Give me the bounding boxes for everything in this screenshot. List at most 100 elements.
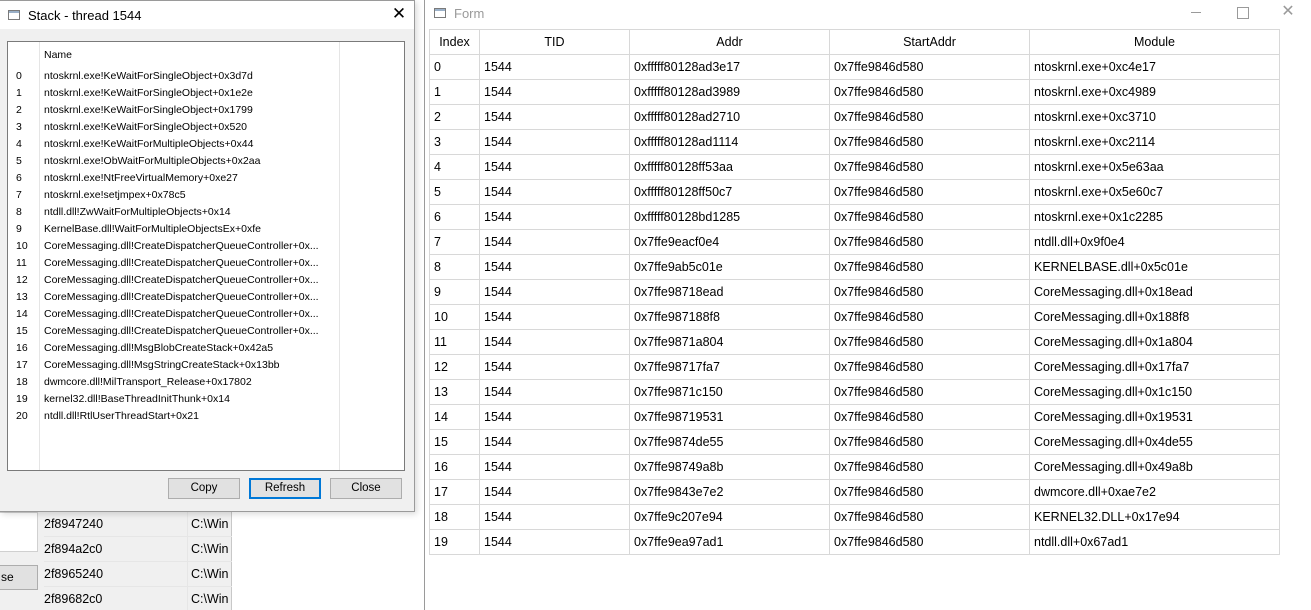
cell-startaddr[interactable]: 0x7ffe9846d580 <box>829 179 1030 205</box>
stack-frame-row[interactable]: 20 ntdll.dll!RtlUserThreadStart+0x21 <box>8 408 404 425</box>
table-row[interactable]: 14 1544 0x7ffe98719531 0x7ffe9846d580 CoreMe… <box>429 404 1280 430</box>
column-header-addr[interactable]: Addr <box>629 29 830 55</box>
cell-tid[interactable]: 1544 <box>479 454 630 480</box>
cell-module[interactable]: CoreMessaging.dll+0x188f8 <box>1029 304 1280 330</box>
cell-module[interactable]: CoreMessaging.dll+0x4de55 <box>1029 429 1280 455</box>
cell-startaddr[interactable]: 0x7ffe9846d580 <box>829 454 1030 480</box>
cell-module[interactable]: CoreMessaging.dll+0x1c150 <box>1029 379 1280 405</box>
cell-startaddr[interactable]: 0x7ffe9846d580 <box>829 104 1030 130</box>
cell-tid[interactable]: 1544 <box>479 279 630 305</box>
stack-frame-row[interactable]: 18 dwmcore.dll!MilTransport_Release+0x178… <box>8 374 404 391</box>
cell-addr[interactable]: 0x7ffe9871c150 <box>629 379 830 405</box>
cell-startaddr[interactable]: 0x7ffe9846d580 <box>829 229 1030 255</box>
stack-frame-row[interactable]: 1 ntoskrnl.exe!KeWaitForSingleObject+0x1e… <box>8 85 404 102</box>
column-header-index[interactable]: Index <box>429 29 480 55</box>
cell-module[interactable]: CoreMessaging.dll+0x17fa7 <box>1029 354 1280 380</box>
minimize-icon[interactable] <box>1173 0 1219 26</box>
cell-module[interactable]: ntoskrnl.exe+0xc2114 <box>1029 129 1280 155</box>
cell-module[interactable]: ntoskrnl.exe+0xc3710 <box>1029 104 1280 130</box>
close-icon[interactable]: ✕ <box>384 1 414 29</box>
table-row[interactable]: 6 1544 0xfffff80128bd1285 0x7ffe9846d580 nto… <box>429 204 1280 230</box>
column-header-module[interactable]: Module <box>1029 29 1280 55</box>
cell-addr[interactable]: 0xfffff80128ff53aa <box>629 154 830 180</box>
column-header-tid[interactable]: TID <box>479 29 630 55</box>
cell-addr[interactable]: 0x7ffe98719531 <box>629 404 830 430</box>
stack-titlebar[interactable]: Stack - thread 1544 ✕ <box>0 1 414 29</box>
stack-frame-row[interactable]: 19 kernel32.dll!BaseThreadInitThunk+0x14 <box>8 391 404 408</box>
stack-frame-row[interactable]: 7 ntoskrnl.exe!setjmpex+0x78c5 <box>8 187 404 204</box>
table-row[interactable]: 3 1544 0xfffff80128ad1114 0x7ffe9846d580 nto… <box>429 129 1280 155</box>
thread-stack-table[interactable]: Index TID Addr StartAddr Module 0 1544 0xf… <box>429 29 1280 555</box>
cell-addr[interactable]: 0x7ffe987188f8 <box>629 304 830 330</box>
table-row[interactable]: 19 1544 0x7ffe9ea97ad1 0x7ffe9846d580 ntdll.… <box>429 529 1280 555</box>
cell-addr[interactable]: 0xfffff80128ad3e17 <box>629 54 830 80</box>
cell-startaddr[interactable]: 0x7ffe9846d580 <box>829 254 1030 280</box>
cell-addr[interactable]: 0x7ffe9eacf0e4 <box>629 229 830 255</box>
refresh-button[interactable]: Refresh <box>249 478 321 499</box>
cell-addr[interactable]: 0xfffff80128ad2710 <box>629 104 830 130</box>
column-header-startaddr[interactable]: StartAddr <box>829 29 1030 55</box>
cell-module[interactable]: CoreMessaging.dll+0x1a804 <box>1029 329 1280 355</box>
stack-frame-row[interactable]: 16 CoreMessaging.dll!MsgBlobCreateStack+0… <box>8 340 404 357</box>
cell-startaddr[interactable]: 0x7ffe9846d580 <box>829 79 1030 105</box>
stack-frame-row[interactable]: 9 KernelBase.dll!WaitForMultipleObjectsEx… <box>8 221 404 238</box>
close-icon[interactable]: ✕ <box>1265 0 1311 26</box>
stack-frame-row[interactable]: 10 CoreMessaging.dll!CreateDispatcherQueu… <box>8 238 404 255</box>
copy-button[interactable]: Copy <box>168 478 240 499</box>
table-row[interactable]: 15 1544 0x7ffe9874de55 0x7ffe9846d580 CoreMe… <box>429 429 1280 455</box>
table-row[interactable]: 4 1544 0xfffff80128ff53aa 0x7ffe9846d580 nto… <box>429 154 1280 180</box>
name-column-header[interactable]: Name <box>44 49 72 61</box>
cell-index[interactable]: 8 <box>429 254 480 280</box>
cell-addr[interactable]: 0x7ffe9ea97ad1 <box>629 529 830 555</box>
cell-module[interactable]: ntoskrnl.exe+0x5e63aa <box>1029 154 1280 180</box>
list-item[interactable]: 2f894a2c0 C:\Win <box>44 537 232 562</box>
table-row[interactable]: 17 1544 0x7ffe9843e7e2 0x7ffe9846d580 dwmcor… <box>429 479 1280 505</box>
table-row[interactable]: 9 1544 0x7ffe98718ead 0x7ffe9846d580 CoreMes… <box>429 279 1280 305</box>
table-row[interactable]: 5 1544 0xfffff80128ff50c7 0x7ffe9846d580 nto… <box>429 179 1280 205</box>
cell-tid[interactable]: 1544 <box>479 529 630 555</box>
close-button[interactable]: Close <box>330 478 402 499</box>
cell-index[interactable]: 0 <box>429 54 480 80</box>
cell-startaddr[interactable]: 0x7ffe9846d580 <box>829 504 1030 530</box>
cell-addr[interactable]: 0xfffff80128ff50c7 <box>629 179 830 205</box>
cell-addr[interactable]: 0x7ffe98718ead <box>629 279 830 305</box>
cell-tid[interactable]: 1544 <box>479 329 630 355</box>
stack-frame-row[interactable]: 15 CoreMessaging.dll!CreateDispatcherQueu… <box>8 323 404 340</box>
cell-tid[interactable]: 1544 <box>479 104 630 130</box>
cell-module[interactable]: dwmcore.dll+0xae7e2 <box>1029 479 1280 505</box>
cell-addr[interactable]: 0xfffff80128ad1114 <box>629 129 830 155</box>
table-row[interactable]: 2 1544 0xfffff80128ad2710 0x7ffe9846d580 nto… <box>429 104 1280 130</box>
cell-module[interactable]: ntdll.dll+0x67ad1 <box>1029 529 1280 555</box>
cell-addr[interactable]: 0xfffff80128bd1285 <box>629 204 830 230</box>
cell-startaddr[interactable]: 0x7ffe9846d580 <box>829 54 1030 80</box>
cell-index[interactable]: 10 <box>429 304 480 330</box>
cell-tid[interactable]: 1544 <box>479 54 630 80</box>
cell-startaddr[interactable]: 0x7ffe9846d580 <box>829 329 1030 355</box>
stack-frame-row[interactable]: 12 CoreMessaging.dll!CreateDispatcherQueu… <box>8 272 404 289</box>
cell-index[interactable]: 4 <box>429 154 480 180</box>
stack-list-header[interactable]: Name <box>8 42 404 68</box>
stack-frame-row[interactable]: 6 ntoskrnl.exe!NtFreeVirtualMemory+0xe27 <box>8 170 404 187</box>
cell-index[interactable]: 12 <box>429 354 480 380</box>
cell-index[interactable]: 1 <box>429 79 480 105</box>
cell-startaddr[interactable]: 0x7ffe9846d580 <box>829 154 1030 180</box>
cell-module[interactable]: CoreMessaging.dll+0x18ead <box>1029 279 1280 305</box>
cell-addr[interactable]: 0x7ffe9ab5c01e <box>629 254 830 280</box>
cell-tid[interactable]: 1544 <box>479 379 630 405</box>
cell-module[interactable]: KERNEL32.DLL+0x17e94 <box>1029 504 1280 530</box>
cell-addr[interactable]: 0x7ffe98749a8b <box>629 454 830 480</box>
cell-tid[interactable]: 1544 <box>479 79 630 105</box>
cell-module[interactable]: ntoskrnl.exe+0x5e60c7 <box>1029 179 1280 205</box>
cell-tid[interactable]: 1544 <box>479 404 630 430</box>
stack-frame-row[interactable]: 4 ntoskrnl.exe!KeWaitForMultipleObjects+0… <box>8 136 404 153</box>
table-row[interactable]: 16 1544 0x7ffe98749a8b 0x7ffe9846d580 CoreMe… <box>429 454 1280 480</box>
table-row[interactable]: 8 1544 0x7ffe9ab5c01e 0x7ffe9846d580 KERNELB… <box>429 254 1280 280</box>
table-row[interactable]: 18 1544 0x7ffe9c207e94 0x7ffe9846d580 KERNEL… <box>429 504 1280 530</box>
table-row[interactable]: 0 1544 0xfffff80128ad3e17 0x7ffe9846d580 nto… <box>429 54 1280 80</box>
cell-startaddr[interactable]: 0x7ffe9846d580 <box>829 379 1030 405</box>
cell-module[interactable]: ntoskrnl.exe+0xc4e17 <box>1029 54 1280 80</box>
cell-addr[interactable]: 0x7ffe9c207e94 <box>629 504 830 530</box>
cell-module[interactable]: CoreMessaging.dll+0x19531 <box>1029 404 1280 430</box>
stack-frame-row[interactable]: 0 ntoskrnl.exe!KeWaitForSingleObject+0x3d… <box>8 68 404 85</box>
list-item[interactable]: 2f89682c0 C:\Win <box>44 587 232 610</box>
